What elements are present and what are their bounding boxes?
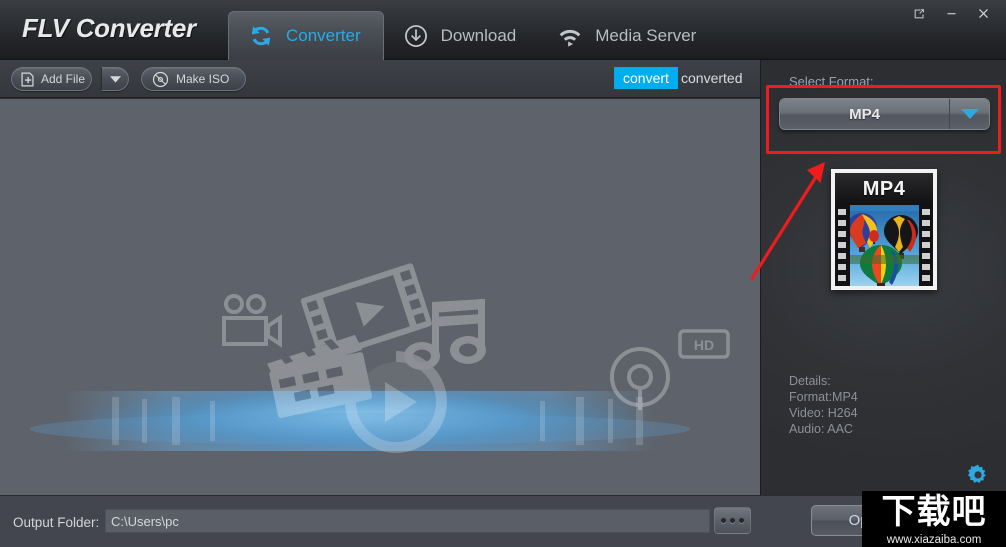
- chevron-down-icon: [960, 109, 979, 119]
- file-list-area[interactable]: HD: [0, 99, 760, 495]
- segment-converted[interactable]: converted: [677, 67, 746, 89]
- site-watermark: 下载吧 www.xiazaiba.com: [862, 491, 1006, 547]
- application-window: FLV Converter Converter Download Media S…: [0, 0, 1006, 547]
- chevron-down-icon: [109, 76, 121, 83]
- format-side-panel: Select Format: MP4 MP4 Details: Format:M…: [760, 60, 1006, 495]
- svg-text:HD: HD: [694, 337, 714, 353]
- format-combobox-arrow[interactable]: [949, 99, 989, 129]
- watermark-site-url: www.xiazaiba.com: [886, 534, 982, 546]
- dot-icon: [739, 518, 744, 523]
- gear-icon: [968, 464, 986, 483]
- format-combobox-value: MP4: [780, 99, 949, 129]
- close-icon: [978, 8, 988, 18]
- disc-iso-icon: [152, 71, 169, 87]
- refresh-cycle-icon: [251, 26, 271, 46]
- tab-media-server-label: Media Server: [595, 25, 697, 45]
- wifi-play-icon: [559, 29, 581, 47]
- external-link-icon: [914, 8, 924, 18]
- tab-converter[interactable]: Converter: [228, 11, 384, 60]
- browse-folder-button[interactable]: [714, 507, 751, 534]
- app-title: FLV Converter: [22, 13, 196, 43]
- close-window-button[interactable]: [968, 2, 998, 24]
- restore-window-button[interactable]: [904, 2, 934, 24]
- format-combobox[interactable]: MP4: [779, 98, 990, 130]
- tab-media-server[interactable]: Media Server: [538, 11, 718, 60]
- add-file-icon: [21, 72, 34, 86]
- tab-download-label: Download: [440, 25, 517, 45]
- output-folder-label: Output Folder:: [13, 515, 100, 530]
- add-file-button[interactable]: Add File: [11, 67, 93, 91]
- window-controls: [904, 2, 998, 24]
- format-thumbnail: MP4: [831, 169, 937, 290]
- add-file-label: Add File: [41, 72, 86, 86]
- title-bar: FLV Converter Converter Download Media S…: [0, 0, 1006, 60]
- dot-icon: [721, 518, 726, 523]
- main-tab-bar: Converter Download Media Server: [228, 11, 718, 60]
- minimize-window-button[interactable]: [936, 2, 966, 24]
- settings-button[interactable]: [966, 463, 990, 487]
- thumbnail-caption-text: MP4: [862, 177, 906, 200]
- make-iso-button[interactable]: Make ISO: [141, 67, 247, 91]
- download-circle-icon: [404, 24, 427, 47]
- make-iso-label: Make ISO: [176, 72, 230, 86]
- tab-download[interactable]: Download: [384, 11, 539, 60]
- select-format-label: Select Format:: [789, 74, 874, 89]
- tab-converter-label: Converter: [286, 26, 361, 45]
- watermark-site-name: 下载吧: [881, 492, 987, 532]
- add-file-dropdown-button[interactable]: [101, 67, 129, 91]
- minimize-icon: [946, 12, 956, 14]
- dot-icon: [730, 518, 735, 523]
- media-icons-illustration: HD: [30, 263, 730, 453]
- thumbnail-caption: MP4: [835, 173, 933, 205]
- segment-convert[interactable]: convert: [614, 67, 678, 89]
- output-folder-input[interactable]: [105, 509, 710, 533]
- format-details-text: Details: Format:MP4 Video: H264 Audio: A…: [789, 374, 858, 436]
